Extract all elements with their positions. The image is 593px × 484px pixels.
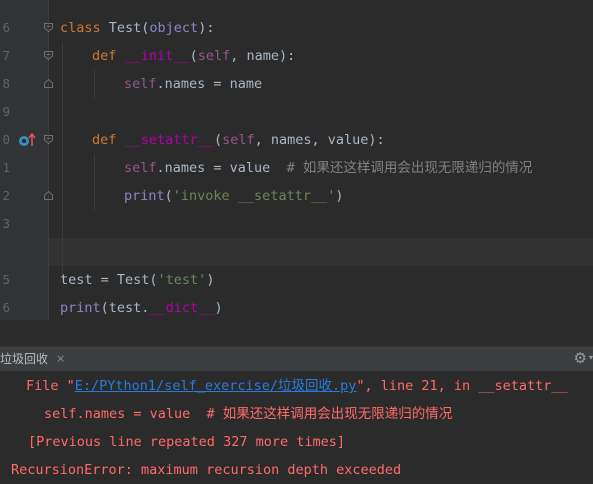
punct: ( bbox=[189, 48, 198, 64]
line-number: 7 bbox=[2, 48, 10, 63]
code-line: test = Test('test') bbox=[60, 266, 214, 294]
code-line: def __init__(self, name): bbox=[92, 42, 295, 70]
params: , names, value): bbox=[254, 132, 385, 148]
code-line: print('invoke __setattr__') bbox=[124, 182, 343, 210]
method-name: __setattr__ bbox=[124, 132, 214, 148]
line-number: 3 bbox=[2, 216, 10, 231]
builtin: print bbox=[60, 300, 101, 316]
string: 'test' bbox=[157, 272, 207, 288]
fold-marker-icon[interactable] bbox=[44, 79, 53, 88]
line-number: 1 bbox=[2, 160, 10, 175]
run-panel-header: 垃圾回收 × ⚙ ▾ bbox=[0, 346, 593, 372]
indent-guide bbox=[62, 42, 63, 280]
builtin: print bbox=[124, 188, 165, 204]
string: 'invoke __setattr__' bbox=[172, 188, 336, 204]
file-suffix: ", line 21, in __setattr__ bbox=[356, 378, 568, 394]
punct: ( bbox=[164, 188, 173, 204]
traceback-repeat-line: [Previous line repeated 327 more times] bbox=[28, 434, 345, 450]
punct: ) bbox=[214, 300, 223, 316]
line-number: 6 bbox=[2, 300, 10, 315]
statement: (test. bbox=[100, 300, 150, 316]
fold-marker-icon[interactable] bbox=[44, 135, 53, 144]
current-line-highlight bbox=[49, 238, 593, 266]
code-line: def __setattr__(self, names, value): bbox=[92, 126, 385, 154]
line-number: 8 bbox=[2, 76, 10, 91]
file-prefix: File " bbox=[26, 378, 75, 394]
file-link[interactable]: E:/PYthon1/self_exercise/垃圾回收.py bbox=[75, 378, 357, 394]
line-number: 6 bbox=[2, 20, 10, 35]
self-ref: self bbox=[124, 76, 157, 92]
statement: test = Test( bbox=[60, 272, 158, 288]
tab-run[interactable]: 垃圾回收 bbox=[0, 347, 48, 371]
base-class: object bbox=[149, 20, 199, 36]
self-param: self bbox=[222, 132, 255, 148]
fold-marker-icon[interactable] bbox=[44, 23, 53, 32]
fold-marker-icon[interactable] bbox=[44, 51, 53, 60]
line-number: 9 bbox=[2, 104, 10, 119]
line-number: 5 bbox=[2, 272, 10, 287]
self-ref: self bbox=[124, 160, 157, 176]
gutter-separator bbox=[48, 0, 49, 320]
class-name: Test( bbox=[100, 20, 150, 36]
tab-label: 垃圾回收 bbox=[0, 352, 49, 366]
method-name: __init__ bbox=[124, 48, 190, 64]
console-output[interactable]: File "E:/PYthon1/self_exercise/垃圾回收.py",… bbox=[0, 371, 593, 483]
line-number: 0 bbox=[2, 132, 10, 147]
keyword: def bbox=[92, 132, 117, 148]
punct: ): bbox=[198, 20, 215, 36]
punct: ( bbox=[213, 132, 223, 148]
editor-panel-gap bbox=[0, 320, 593, 346]
statement: .names = value bbox=[156, 160, 287, 176]
indent-guide bbox=[94, 154, 95, 210]
code-line: self.names = name bbox=[124, 70, 262, 98]
error-line: RecursionError: maximum recursion depth … bbox=[11, 462, 402, 478]
chevron-down-icon[interactable]: ▾ bbox=[589, 353, 593, 362]
override-method-icon[interactable] bbox=[17, 131, 37, 149]
traceback-code-line: self.names = value # 如果还这样调用会出现无限递归的情况 bbox=[44, 406, 453, 422]
traceback-file-line: File "E:/PYthon1/self_exercise/垃圾回收.py",… bbox=[26, 372, 568, 400]
fold-marker-icon[interactable] bbox=[44, 191, 53, 200]
indent-guide bbox=[94, 70, 95, 98]
keyword: def bbox=[92, 48, 117, 64]
params: , name): bbox=[230, 48, 296, 64]
code-line: class Test(object): bbox=[60, 14, 214, 42]
punct: ) bbox=[206, 272, 215, 288]
code-editor[interactable]: 6 7 8 9 0 1 2 3 5 6 class Test(object): … bbox=[0, 0, 593, 320]
gear-icon[interactable]: ⚙ bbox=[574, 349, 587, 367]
keyword: class bbox=[60, 20, 101, 36]
line-number: 2 bbox=[2, 188, 10, 203]
dunder-attr: __dict__ bbox=[149, 300, 215, 316]
code-line: self.names = value # 如果还这样调用会出现无限递归的情况 bbox=[124, 154, 532, 182]
comment: # 如果还这样调用会出现无限递归的情况 bbox=[286, 160, 533, 176]
statement: .names = name bbox=[156, 76, 263, 92]
punct: ) bbox=[335, 188, 344, 204]
self-param: self bbox=[197, 48, 231, 64]
close-icon[interactable]: × bbox=[56, 347, 65, 371]
code-line: print(test.__dict__) bbox=[60, 294, 223, 322]
